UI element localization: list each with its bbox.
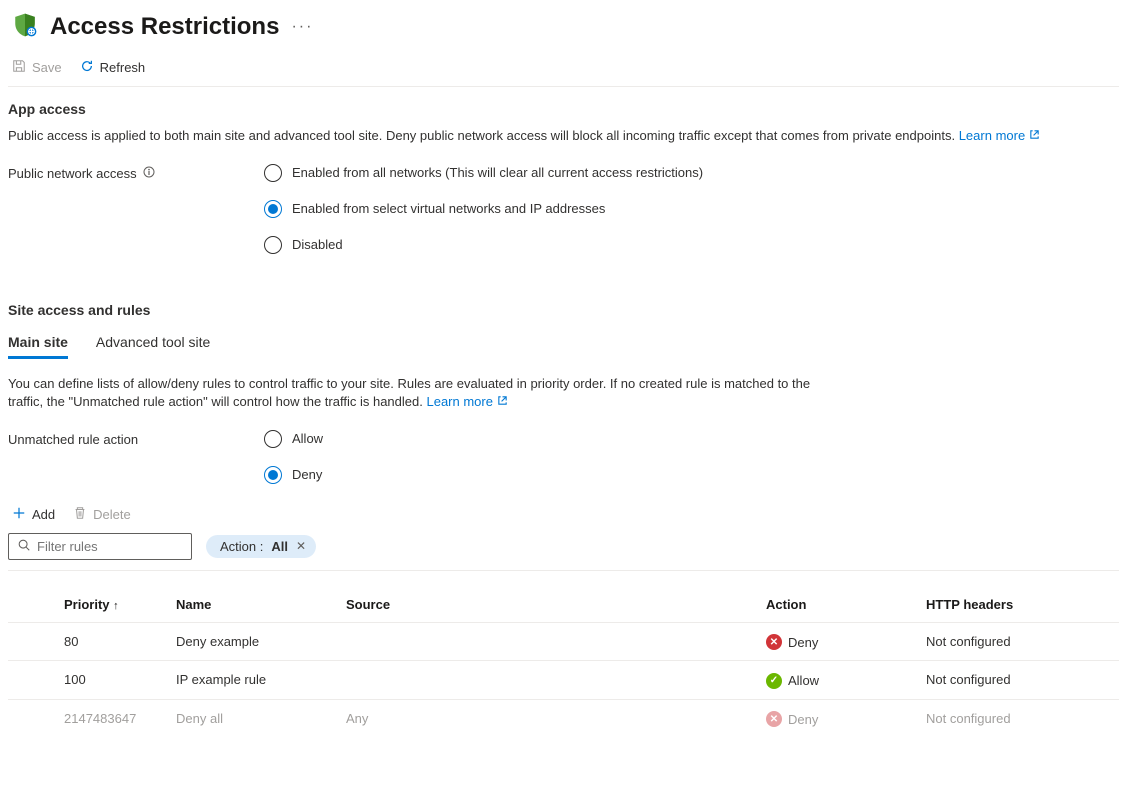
- pill-key: Action :: [220, 539, 263, 554]
- radio-label: Allow: [292, 431, 323, 446]
- pill-value: All: [271, 539, 288, 554]
- public-network-access-radio-group: Enabled from all networks (This will cle…: [264, 164, 703, 254]
- radio-icon: [264, 236, 282, 254]
- tab[interactable]: Advanced tool site: [96, 328, 210, 359]
- site-tabs: Main site Advanced tool site: [8, 328, 1119, 359]
- sort-arrow-up-icon: ↑: [113, 600, 119, 612]
- refresh-label: Refresh: [100, 60, 146, 75]
- trash-icon: [73, 506, 87, 523]
- cell-source: [338, 661, 758, 700]
- x-circle-icon: ✕: [766, 711, 782, 727]
- tab[interactable]: Main site: [8, 328, 68, 359]
- cell-http-headers: Not configured: [918, 661, 1119, 700]
- app-access-section: App access Public access is applied to b…: [8, 87, 1119, 258]
- delete-label: Delete: [93, 507, 131, 522]
- app-access-description: Public access is applied to both main si…: [8, 127, 1119, 146]
- filter-rules-input-wrapper[interactable]: [8, 533, 192, 560]
- app-access-title: App access: [8, 101, 1119, 117]
- col-header-http-headers[interactable]: HTTP headers: [918, 587, 1119, 623]
- site-access-section: Site access and rules Main site Advanced …: [8, 288, 1119, 488]
- radio-option[interactable]: Disabled: [264, 236, 703, 254]
- learn-more-link[interactable]: Learn more: [959, 128, 1040, 143]
- shield-icon: [12, 12, 38, 41]
- table-row[interactable]: 2147483647Deny allAny✕DenyNot configured: [8, 699, 1119, 737]
- learn-more-link[interactable]: Learn more: [426, 394, 507, 409]
- cell-priority: 2147483647: [8, 699, 168, 737]
- cell-source: [338, 622, 758, 661]
- radio-label: Enabled from all networks (This will cle…: [292, 165, 703, 180]
- radio-option[interactable]: Allow: [264, 430, 323, 448]
- radio-option[interactable]: Enabled from all networks (This will cle…: [264, 164, 703, 182]
- add-label: Add: [32, 507, 55, 522]
- command-bar: Save Refresh: [8, 51, 1119, 87]
- cell-name: Deny all: [168, 699, 338, 737]
- rules-command-bar: Add Delete: [8, 488, 1119, 533]
- cell-action: ✓Allow: [758, 661, 918, 700]
- check-circle-icon: ✓: [766, 673, 782, 689]
- cell-source: Any: [338, 699, 758, 737]
- save-button[interactable]: Save: [12, 59, 62, 76]
- delete-rule-button[interactable]: Delete: [73, 506, 131, 523]
- page-header: Access Restrictions ···: [8, 8, 1119, 51]
- cell-action: ✕Deny: [758, 622, 918, 661]
- radio-icon: [264, 164, 282, 182]
- save-label: Save: [32, 60, 62, 75]
- site-access-description: You can define lists of allow/deny rules…: [8, 375, 828, 412]
- more-actions-button[interactable]: ···: [291, 18, 313, 36]
- table-header-row: Priority ↑ Name Source Action HTTP heade…: [8, 587, 1119, 623]
- rules-table: Priority ↑ Name Source Action HTTP heade…: [8, 587, 1119, 738]
- filter-pill-action[interactable]: Action : All ✕: [206, 535, 316, 558]
- radio-option[interactable]: Deny: [264, 466, 323, 484]
- cell-http-headers: Not configured: [918, 622, 1119, 661]
- radio-label: Disabled: [292, 237, 343, 252]
- col-header-name[interactable]: Name: [168, 587, 338, 623]
- filter-rules-input[interactable]: [37, 539, 183, 554]
- close-icon[interactable]: ✕: [296, 539, 306, 553]
- plus-icon: [12, 506, 26, 523]
- page-title: Access Restrictions: [50, 13, 279, 41]
- cell-action: ✕Deny: [758, 699, 918, 737]
- site-access-title: Site access and rules: [8, 302, 1119, 318]
- cell-name: Deny example: [168, 622, 338, 661]
- search-icon: [17, 538, 31, 555]
- external-link-icon: [1029, 127, 1040, 145]
- table-row[interactable]: 80Deny example ✕DenyNot configured: [8, 622, 1119, 661]
- radio-icon: [264, 200, 282, 218]
- radio-label: Enabled from select virtual networks and…: [292, 201, 605, 216]
- rules-filter-bar: Action : All ✕: [8, 533, 1119, 571]
- table-row[interactable]: 100IP example rule ✓AllowNot configured: [8, 661, 1119, 700]
- cell-priority: 80: [8, 622, 168, 661]
- radio-option[interactable]: Enabled from select virtual networks and…: [264, 200, 703, 218]
- cell-http-headers: Not configured: [918, 699, 1119, 737]
- radio-label: Deny: [292, 467, 322, 482]
- cell-priority: 100: [8, 661, 168, 700]
- x-circle-icon: ✕: [766, 634, 782, 650]
- col-header-priority[interactable]: Priority ↑: [8, 587, 168, 623]
- external-link-icon: [497, 393, 508, 411]
- col-header-action[interactable]: Action: [758, 587, 918, 623]
- unmatched-rule-action-field: Unmatched rule action Allow Deny: [8, 430, 1119, 484]
- public-network-access-field: Public network access Enabled from all n…: [8, 164, 1119, 254]
- public-network-access-label: Public network access: [8, 164, 264, 181]
- radio-icon: [264, 466, 282, 484]
- add-rule-button[interactable]: Add: [12, 506, 55, 523]
- refresh-button[interactable]: Refresh: [80, 59, 146, 76]
- col-header-source[interactable]: Source: [338, 587, 758, 623]
- unmatched-rule-action-label: Unmatched rule action: [8, 430, 264, 447]
- cell-name: IP example rule: [168, 661, 338, 700]
- save-icon: [12, 59, 26, 76]
- unmatched-rule-action-radio-group: Allow Deny: [264, 430, 323, 484]
- info-icon[interactable]: [143, 166, 155, 181]
- radio-icon: [264, 430, 282, 448]
- refresh-icon: [80, 59, 94, 76]
